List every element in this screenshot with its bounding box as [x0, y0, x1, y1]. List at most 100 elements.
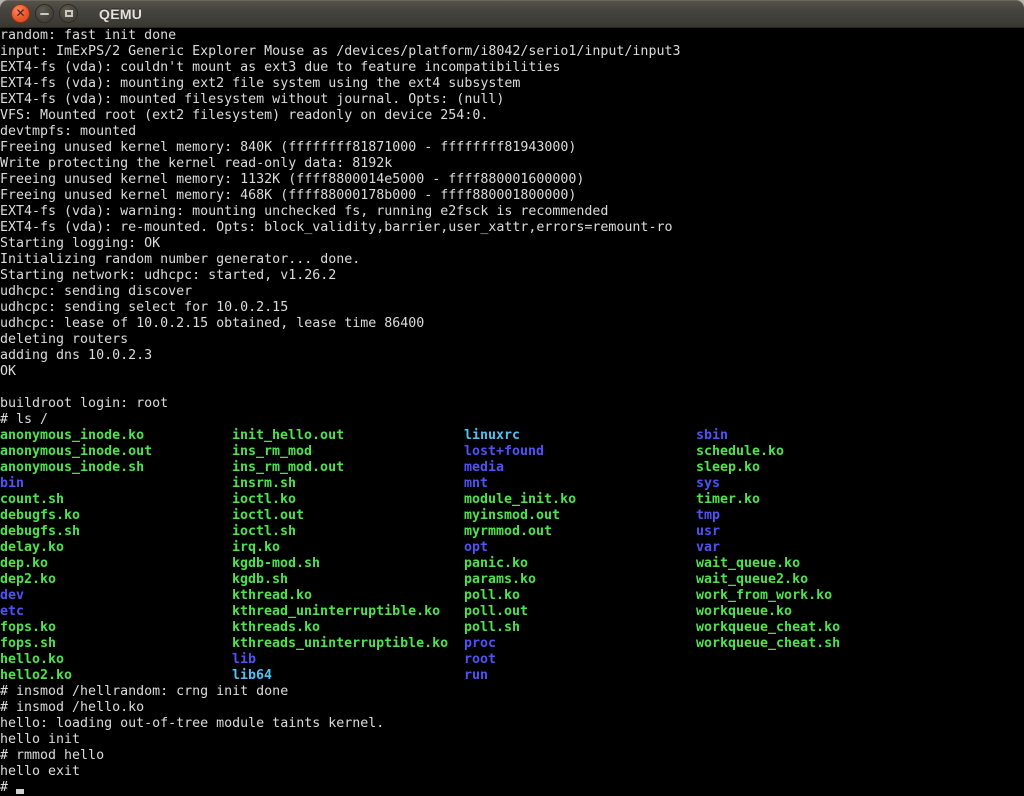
file-entry: fops.ko — [0, 620, 56, 636]
file-entry: insrm.sh — [232, 476, 296, 492]
console-line: hello: loading out-of-tree module taints… — [0, 716, 1024, 732]
console-line: delay.koirq.kooptvar — [0, 540, 1024, 556]
window-title: QEMU — [99, 6, 142, 22]
console-line: VFS: Mounted root (ext2 filesystem) read… — [0, 108, 1024, 124]
console-line: fops.kokthreads.kopoll.shworkqueue_cheat… — [0, 620, 1024, 636]
file-entry: kthread_uninterruptible.ko — [232, 604, 440, 620]
file-entry: timer.ko — [696, 492, 760, 508]
file-entry: ioctl.sh — [232, 524, 296, 540]
dir-entry: bin — [0, 476, 24, 492]
window-titlebar[interactable]: ✕ QEMU — [0, 0, 1024, 28]
dir-entry: lost+found — [464, 444, 544, 460]
maximize-icon — [65, 10, 73, 17]
file-entry: kthread.ko — [232, 588, 312, 604]
file-entry: module_init.ko — [464, 492, 576, 508]
console-line: dep2.kokgdb.shparams.kowait_queue2.ko — [0, 572, 1024, 588]
dir-entry: etc — [0, 604, 24, 620]
file-entry: kgdb-mod.sh — [232, 556, 320, 572]
console-line: EXT4-fs (vda): mounted filesystem withou… — [0, 92, 1024, 108]
file-entry: kgdb.sh — [232, 572, 288, 588]
file-entry: poll.ko — [464, 588, 520, 604]
console-line: Freeing unused kernel memory: 840K (ffff… — [0, 140, 1024, 156]
console-line: anonymous_inode.shins_rm_mod.outmediasle… — [0, 460, 1024, 476]
file-entry: panic.ko — [464, 556, 528, 572]
dir-entry: mnt — [464, 476, 488, 492]
file-entry: ioctl.out — [232, 508, 304, 524]
file-entry: count.sh — [0, 492, 64, 508]
dir-entry: root — [464, 652, 496, 668]
console-line: OK — [0, 364, 1024, 380]
console-line: anonymous_inode.out ins_rm_mod lost+found s… — [0, 444, 1024, 460]
console-line: Freeing unused kernel memory: 468K (ffff… — [0, 188, 1024, 204]
file-entry: schedule.ko — [696, 444, 784, 460]
close-button[interactable]: ✕ — [11, 4, 30, 23]
console-line: Freeing unused kernel memory: 1132K (fff… — [0, 172, 1024, 188]
console-line: udhcpc: lease of 10.0.2.15 obtained, lea… — [0, 316, 1024, 332]
dir-entry: sys — [696, 476, 720, 492]
console-line: input: ImExPS/2 Generic Explorer Mouse a… — [0, 44, 1024, 60]
console-line: count.sh ioctl.ko module_init.ko timer.ko — [0, 492, 1024, 508]
file-entry: poll.out — [464, 604, 528, 620]
file-entry: ins_rm_mod.out — [232, 460, 344, 476]
console-line: random: fast init done — [0, 28, 1024, 44]
file-entry: myinsmod.out — [464, 508, 560, 524]
file-entry: ioctl.ko — [232, 492, 296, 508]
console-line: udhcpc: sending discover — [0, 284, 1024, 300]
terminal-screen[interactable]: random: fast init doneinput: ImExPS/2 Ge… — [0, 28, 1024, 796]
file-entry: poll.sh — [464, 620, 520, 636]
console-line — [0, 380, 1024, 396]
console-line: # insmod /hellrandom: crng init done — [0, 684, 1024, 700]
console-line: adding dns 10.0.2.3 — [0, 348, 1024, 364]
file-entry: hello2.ko — [0, 668, 72, 684]
dir-entry: sbin — [696, 428, 728, 444]
file-entry: init_hello.out — [232, 428, 344, 444]
qemu-window: ✕ QEMU random: fast init doneinput: ImEx… — [0, 0, 1024, 796]
console-line: devtmpfs: mounted — [0, 124, 1024, 140]
console-line: EXT4-fs (vda): re-mounted. Opts: block_v… — [0, 220, 1024, 236]
console-line: buildroot login: root — [0, 396, 1024, 412]
terminal-cursor — [16, 789, 24, 794]
dir-entry: tmp — [696, 508, 720, 524]
dir-entry: usr — [696, 524, 720, 540]
file-entry: delay.ko — [0, 540, 64, 556]
symlink-entry: lib64 — [232, 668, 272, 684]
file-entry: dep.ko — [0, 556, 48, 572]
maximize-button[interactable] — [59, 4, 78, 23]
file-entry: workqueue_cheat.sh — [696, 636, 840, 652]
console-line: deleting routers — [0, 332, 1024, 348]
console-line: hello.kolibroot — [0, 652, 1024, 668]
file-entry: params.ko — [464, 572, 536, 588]
file-entry: debugfs.sh — [0, 524, 80, 540]
file-entry: myrmmod.out — [464, 524, 552, 540]
file-entry: dep2.ko — [0, 572, 56, 588]
close-icon: ✕ — [15, 7, 25, 19]
file-entry: wait_queue.ko — [696, 556, 800, 572]
dir-entry: dev — [0, 588, 24, 604]
file-entry: debugfs.ko — [0, 508, 80, 524]
console-line: fops.shkthreads_uninterruptible.koprocwo… — [0, 636, 1024, 652]
console-line: etc kthread_uninterruptible.ko poll.out wor… — [0, 604, 1024, 620]
console-output: random: fast init doneinput: ImExPS/2 Ge… — [0, 28, 1024, 796]
dir-entry: run — [464, 668, 488, 684]
console-line: hello init — [0, 732, 1024, 748]
console-line: hello2.ko lib64 run — [0, 668, 1024, 684]
file-entry: anonymous_inode.out — [0, 444, 152, 460]
console-line: EXT4-fs (vda): couldn't mount as ext3 du… — [0, 60, 1024, 76]
file-entry: workqueue.ko — [696, 604, 792, 620]
dir-entry: lib — [232, 652, 256, 668]
minimize-button[interactable] — [35, 4, 54, 23]
dir-entry: media — [464, 460, 504, 476]
console-line: debugfs.ko ioctl.out myinsmod.out tmp — [0, 508, 1024, 524]
console-line: # insmod /hello.ko — [0, 700, 1024, 716]
file-entry: kthreads.ko — [232, 620, 320, 636]
minimize-icon — [40, 13, 49, 15]
console-line: devkthread.kopoll.kowork_from_work.ko — [0, 588, 1024, 604]
console-line: udhcpc: sending select for 10.0.2.15 — [0, 300, 1024, 316]
file-entry: irq.ko — [232, 540, 280, 556]
console-line: EXT4-fs (vda): warning: mounting uncheck… — [0, 204, 1024, 220]
console-line: hello exit — [0, 764, 1024, 780]
console-line: # — [0, 780, 1024, 796]
console-line: EXT4-fs (vda): mounting ext2 file system… — [0, 76, 1024, 92]
file-entry: ins_rm_mod — [232, 444, 312, 460]
file-entry: sleep.ko — [696, 460, 760, 476]
